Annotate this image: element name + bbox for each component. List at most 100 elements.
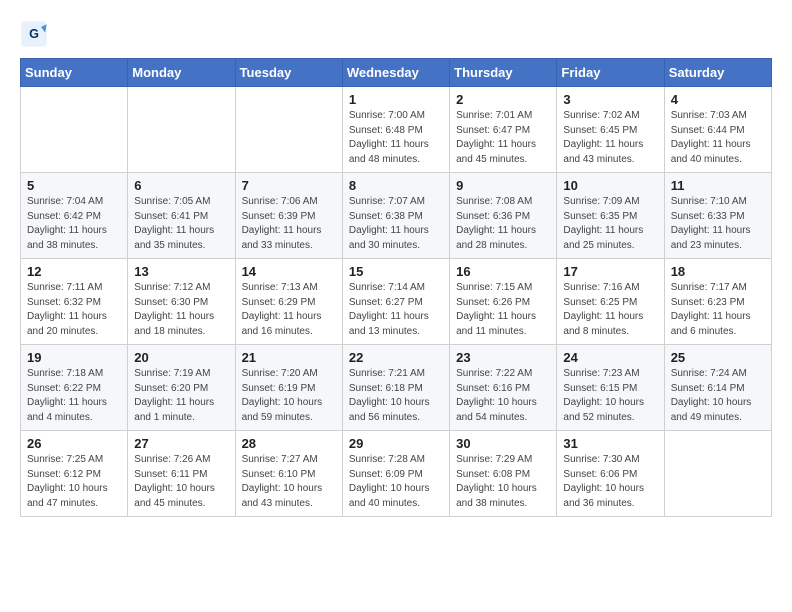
day-info: Sunrise: 7:27 AM Sunset: 6:10 PM Dayligh…: [242, 453, 336, 511]
calendar-cell: 17 Sunrise: 7:16 AM Sunset: 6:25 PM Dayli…: [557, 259, 664, 345]
calendar-header-row: SundayMondayTuesdayWednesdayThursdayFrid…: [21, 59, 772, 87]
calendar-cell: 28 Sunrise: 7:27 AM Sunset: 6:10 PM Dayli…: [235, 431, 342, 517]
day-info: Sunrise: 7:22 AM Sunset: 6:16 PM Dayligh…: [456, 367, 550, 425]
calendar-cell: [21, 87, 128, 173]
calendar-cell: 15 Sunrise: 7:14 AM Sunset: 6:27 PM Dayli…: [342, 259, 449, 345]
weekday-header: Wednesday: [342, 59, 449, 87]
day-info: Sunrise: 7:23 AM Sunset: 6:15 PM Dayligh…: [563, 367, 657, 425]
day-info: Sunrise: 7:30 AM Sunset: 6:06 PM Dayligh…: [563, 453, 657, 511]
day-number: 11: [671, 178, 765, 193]
calendar-cell: [235, 87, 342, 173]
calendar-table: SundayMondayTuesdayWednesdayThursdayFrid…: [20, 58, 772, 517]
day-number: 8: [349, 178, 443, 193]
weekday-header: Tuesday: [235, 59, 342, 87]
calendar-cell: 23 Sunrise: 7:22 AM Sunset: 6:16 PM Dayli…: [450, 345, 557, 431]
calendar-week-row: 12 Sunrise: 7:11 AM Sunset: 6:32 PM Dayli…: [21, 259, 772, 345]
calendar-cell: 19 Sunrise: 7:18 AM Sunset: 6:22 PM Dayli…: [21, 345, 128, 431]
calendar-cell: 5 Sunrise: 7:04 AM Sunset: 6:42 PM Daylig…: [21, 173, 128, 259]
calendar-header: SundayMondayTuesdayWednesdayThursdayFrid…: [21, 59, 772, 87]
calendar-cell: 13Sunrise: 7:12 AM Sunset: 6:30 PM Dayli…: [128, 259, 235, 345]
calendar-cell: 30 Sunrise: 7:29 AM Sunset: 6:08 PM Dayli…: [450, 431, 557, 517]
calendar-body: 1Sunrise: 7:00 AM Sunset: 6:48 PM Daylig…: [21, 87, 772, 517]
calendar-cell: 11 Sunrise: 7:10 AM Sunset: 6:33 PM Dayli…: [664, 173, 771, 259]
page-header: G: [20, 20, 772, 48]
day-info: Sunrise: 7:08 AM Sunset: 6:36 PM Dayligh…: [456, 195, 550, 253]
weekday-header: Friday: [557, 59, 664, 87]
weekday-header: Saturday: [664, 59, 771, 87]
calendar-cell: 3 Sunrise: 7:02 AM Sunset: 6:45 PM Daylig…: [557, 87, 664, 173]
calendar-cell: [664, 431, 771, 517]
calendar-week-row: 26 Sunrise: 7:25 AM Sunset: 6:12 PM Dayli…: [21, 431, 772, 517]
day-info: Sunrise: 7:15 AM Sunset: 6:26 PM Dayligh…: [456, 281, 550, 339]
calendar-cell: 29 Sunrise: 7:28 AM Sunset: 6:09 PM Dayli…: [342, 431, 449, 517]
day-number: 6: [134, 178, 228, 193]
day-info: Sunrise: 7:14 AM Sunset: 6:27 PM Dayligh…: [349, 281, 443, 339]
calendar-cell: 24Sunrise: 7:23 AM Sunset: 6:15 PM Dayli…: [557, 345, 664, 431]
logo-icon: G: [20, 20, 48, 48]
day-number: 31: [563, 436, 657, 451]
calendar-cell: 1Sunrise: 7:00 AM Sunset: 6:48 PM Daylig…: [342, 87, 449, 173]
day-info: Sunrise: 7:07 AM Sunset: 6:38 PM Dayligh…: [349, 195, 443, 253]
logo: G: [20, 20, 52, 48]
calendar-cell: 25 Sunrise: 7:24 AM Sunset: 6:14 PM Dayli…: [664, 345, 771, 431]
day-number: 28: [242, 436, 336, 451]
day-number: 14: [242, 264, 336, 279]
day-info: Sunrise: 7:29 AM Sunset: 6:08 PM Dayligh…: [456, 453, 550, 511]
calendar-cell: 2Sunrise: 7:01 AM Sunset: 6:47 PM Daylig…: [450, 87, 557, 173]
weekday-header: Thursday: [450, 59, 557, 87]
day-number: 26: [27, 436, 121, 451]
calendar-cell: 16 Sunrise: 7:15 AM Sunset: 6:26 PM Dayli…: [450, 259, 557, 345]
day-info: Sunrise: 7:25 AM Sunset: 6:12 PM Dayligh…: [27, 453, 121, 511]
day-info: Sunrise: 7:11 AM Sunset: 6:32 PM Dayligh…: [27, 281, 121, 339]
calendar-cell: 21Sunrise: 7:20 AM Sunset: 6:19 PM Dayli…: [235, 345, 342, 431]
day-number: 29: [349, 436, 443, 451]
calendar-cell: 12 Sunrise: 7:11 AM Sunset: 6:32 PM Dayli…: [21, 259, 128, 345]
day-number: 19: [27, 350, 121, 365]
day-info: Sunrise: 7:24 AM Sunset: 6:14 PM Dayligh…: [671, 367, 765, 425]
weekday-header: Sunday: [21, 59, 128, 87]
day-number: 4: [671, 92, 765, 107]
calendar-cell: 6Sunrise: 7:05 AM Sunset: 6:41 PM Daylig…: [128, 173, 235, 259]
day-number: 21: [242, 350, 336, 365]
day-number: 15: [349, 264, 443, 279]
day-number: 16: [456, 264, 550, 279]
day-number: 3: [563, 92, 657, 107]
calendar-cell: 27 Sunrise: 7:26 AM Sunset: 6:11 PM Dayli…: [128, 431, 235, 517]
day-number: 30: [456, 436, 550, 451]
day-number: 1: [349, 92, 443, 107]
day-info: Sunrise: 7:21 AM Sunset: 6:18 PM Dayligh…: [349, 367, 443, 425]
calendar-cell: 31 Sunrise: 7:30 AM Sunset: 6:06 PM Dayli…: [557, 431, 664, 517]
calendar-cell: 14 Sunrise: 7:13 AM Sunset: 6:29 PM Dayli…: [235, 259, 342, 345]
day-info: Sunrise: 7:04 AM Sunset: 6:42 PM Dayligh…: [27, 195, 121, 253]
calendar-week-row: 5 Sunrise: 7:04 AM Sunset: 6:42 PM Daylig…: [21, 173, 772, 259]
day-number: 5: [27, 178, 121, 193]
day-number: 7: [242, 178, 336, 193]
day-info: Sunrise: 7:18 AM Sunset: 6:22 PM Dayligh…: [27, 367, 121, 425]
calendar-cell: [128, 87, 235, 173]
day-number: 9: [456, 178, 550, 193]
day-info: Sunrise: 7:26 AM Sunset: 6:11 PM Dayligh…: [134, 453, 228, 511]
calendar-cell: 8 Sunrise: 7:07 AM Sunset: 6:38 PM Daylig…: [342, 173, 449, 259]
day-number: 10: [563, 178, 657, 193]
day-number: 23: [456, 350, 550, 365]
day-info: Sunrise: 7:02 AM Sunset: 6:45 PM Dayligh…: [563, 109, 657, 167]
day-number: 17: [563, 264, 657, 279]
calendar-cell: 7Sunrise: 7:06 AM Sunset: 6:39 PM Daylig…: [235, 173, 342, 259]
day-info: Sunrise: 7:13 AM Sunset: 6:29 PM Dayligh…: [242, 281, 336, 339]
calendar-cell: 26 Sunrise: 7:25 AM Sunset: 6:12 PM Dayli…: [21, 431, 128, 517]
day-info: Sunrise: 7:16 AM Sunset: 6:25 PM Dayligh…: [563, 281, 657, 339]
calendar-cell: 9 Sunrise: 7:08 AM Sunset: 6:36 PM Daylig…: [450, 173, 557, 259]
day-info: Sunrise: 7:12 AM Sunset: 6:30 PM Dayligh…: [134, 281, 228, 339]
weekday-header: Monday: [128, 59, 235, 87]
day-number: 20: [134, 350, 228, 365]
calendar-cell: 22Sunrise: 7:21 AM Sunset: 6:18 PM Dayli…: [342, 345, 449, 431]
calendar-cell: 18Sunrise: 7:17 AM Sunset: 6:23 PM Dayli…: [664, 259, 771, 345]
day-number: 25: [671, 350, 765, 365]
calendar-week-row: 19 Sunrise: 7:18 AM Sunset: 6:22 PM Dayli…: [21, 345, 772, 431]
day-info: Sunrise: 7:28 AM Sunset: 6:09 PM Dayligh…: [349, 453, 443, 511]
day-info: Sunrise: 7:10 AM Sunset: 6:33 PM Dayligh…: [671, 195, 765, 253]
day-number: 12: [27, 264, 121, 279]
calendar-cell: 20Sunrise: 7:19 AM Sunset: 6:20 PM Dayli…: [128, 345, 235, 431]
day-number: 27: [134, 436, 228, 451]
day-info: Sunrise: 7:09 AM Sunset: 6:35 PM Dayligh…: [563, 195, 657, 253]
